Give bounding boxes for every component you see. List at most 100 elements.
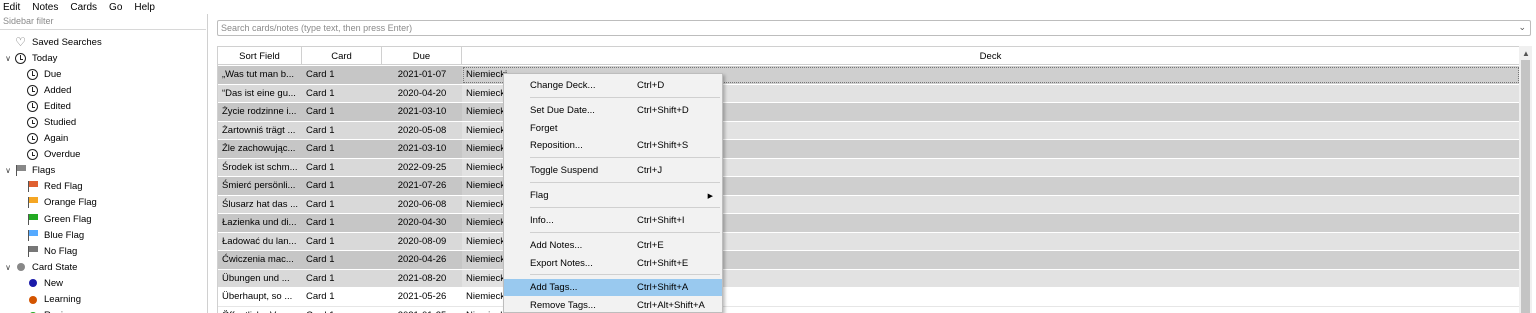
cell-sort-field: Ćwiczenia mac... (218, 251, 302, 269)
menu-item-add-tags[interactable]: Add Tags... Ctrl+Shift+A (504, 279, 722, 296)
menu-item-label: Info... (530, 215, 554, 226)
table-row[interactable]: Ćwiczenia mac... Card 1 2020-04-26 Niemieck… (218, 251, 1520, 270)
cell-due: 2020-06-08 (382, 195, 462, 213)
sidebar-tree: ♡ Saved Searches ∨ Today Due Added Edited Studi… (0, 34, 206, 313)
sidebar-item-studied[interactable]: Studied (0, 114, 206, 130)
vertical-scrollbar[interactable]: ▲ (1519, 46, 1532, 313)
scroll-up-icon[interactable]: ▲ (1522, 49, 1530, 58)
sidebar-filter-input[interactable]: Sidebar filter (0, 15, 206, 30)
column-header-deck[interactable]: Deck (462, 47, 1520, 65)
menu-item-label: Export Notes... (530, 258, 593, 269)
cell-sort-field: “Das ist eine gu... (218, 84, 302, 102)
table-row[interactable]: Ładować du lan... Card 1 2020-08-09 Niemiec… (218, 232, 1520, 251)
menu-help[interactable]: Help (134, 2, 155, 13)
sidebar-item-no-flag[interactable]: No Flag (0, 243, 206, 259)
menu-edit[interactable]: Edit (3, 2, 20, 13)
table-row[interactable]: Śmierć persönli... Card 1 2021-07-26 Niemie… (218, 177, 1520, 196)
sidebar-item-label: Orange Flag (44, 197, 97, 209)
column-header-due[interactable]: Due (382, 47, 462, 65)
sidebar-item-orange-flag[interactable]: Orange Flag (0, 195, 206, 211)
card-table: Sort Field Card Due Deck „Was tut man b.… (217, 46, 1520, 313)
sidebar-item-added[interactable]: Added (0, 82, 206, 98)
chevron-down-icon[interactable]: ⌄ (1518, 22, 1526, 33)
table-row[interactable]: Źle zachowując... Card 1 2021-03-10 Niemiec… (218, 140, 1520, 159)
search-input[interactable]: Search cards/notes (type text, then pres… (217, 20, 1531, 36)
menu-item-forget[interactable]: Forget (504, 120, 722, 137)
context-menu: Change Deck... Ctrl+D Set Due Date... Ctrl+… (503, 73, 723, 313)
table-row[interactable]: Öffentliche Ve...Card 12021-01-25Niemiec… (218, 306, 1520, 313)
table-row[interactable]: “Das ist eine gu... Card 1 2020-04-20 Niemi… (218, 84, 1520, 103)
sidebar-item-new[interactable]: New (0, 275, 206, 291)
scrollbar-thumb[interactable] (1521, 60, 1530, 313)
sidebar-item-today[interactable]: ∨ Today (0, 50, 206, 66)
menu-cards[interactable]: Cards (70, 2, 97, 13)
menu-item-toggle-suspend[interactable]: Toggle Suspend Ctrl+J (504, 162, 722, 179)
menu-item-flag[interactable]: Flag ▶ (504, 187, 722, 204)
cell-sort-field: „Was tut man b... (218, 66, 302, 84)
table-row[interactable]: Żartowniś trägt ... Card 1 2020-05-08 Niemi… (218, 121, 1520, 140)
sidebar-item-saved-searches[interactable]: ♡ Saved Searches (0, 34, 206, 50)
column-header-sort-field[interactable]: Sort Field (218, 47, 302, 65)
table-row[interactable]: Życie rodzinne i... Card 1 2021-03-10 Niemi… (218, 103, 1520, 122)
sidebar-item-edited[interactable]: Edited (0, 98, 206, 114)
cell-due: 2021-01-07 (382, 66, 462, 84)
sidebar-item-card-state[interactable]: ∨ Card State (0, 259, 206, 275)
sidebar-item-learning[interactable]: Learning (0, 292, 206, 308)
table-row[interactable]: „Was tut man b... Card 1 2021-01-07 Niemiec… (218, 66, 1520, 85)
cell-sort-field: Żartowniś trägt ... (218, 121, 302, 139)
menu-item-reposition[interactable]: Reposition... Ctrl+Shift+S (504, 137, 722, 154)
menu-item-shortcut: Ctrl+J (637, 165, 663, 176)
cell-sort-field: Środek ist schm... (218, 158, 302, 176)
menu-item-add-notes[interactable]: Add Notes... Ctrl+E (504, 237, 722, 254)
circle-icon (26, 294, 39, 306)
menu-separator (530, 232, 720, 233)
chevron-down-icon[interactable]: ∨ (2, 54, 14, 63)
sidebar-item-label: Card State (32, 261, 78, 273)
cell-card: Card 1 (306, 291, 335, 303)
menu-item-shortcut: Ctrl+Alt+Shift+A (637, 300, 705, 311)
table-row[interactable]: Überhaupt, so ... Card 1 2021-05-26 Niemiec… (218, 288, 1520, 307)
sidebar-item-label: Green Flag (44, 213, 92, 225)
circle-icon (26, 277, 39, 289)
search-placeholder: Search cards/notes (type text, then pres… (221, 23, 413, 33)
sidebar-item-red-flag[interactable]: Red Flag (0, 179, 206, 195)
table-row[interactable]: Übungen und ... Card 1 2021-08-20 Niemiecki (218, 269, 1520, 288)
menu-item-label: Change Deck... (530, 80, 596, 91)
menu-item-change-deck[interactable]: Change Deck... Ctrl+D (504, 77, 722, 94)
chevron-down-icon[interactable]: ∨ (2, 263, 14, 272)
cell-card: Card 1 (302, 140, 382, 158)
sidebar-item-green-flag[interactable]: Green Flag (0, 211, 206, 227)
sidebar-item-review[interactable]: Review (0, 308, 206, 313)
menu-item-shortcut: Ctrl+Shift+D (637, 105, 689, 116)
submenu-arrow-icon: ▶ (707, 192, 713, 200)
table-row[interactable]: Łazienka und di... Card 1 2020-04-30 Niemie… (218, 214, 1520, 233)
sidebar-item-blue-flag[interactable]: Blue Flag (0, 227, 206, 243)
menu-item-export-notes[interactable]: Export Notes... Ctrl+Shift+E (504, 255, 722, 272)
menu-item-label: Add Notes... (530, 240, 583, 251)
cell-sort-field: Ładować du lan... (218, 232, 302, 250)
heart-icon: ♡ (15, 35, 26, 50)
menu-go[interactable]: Go (109, 2, 122, 13)
sidebar-item-overdue[interactable]: Overdue (0, 147, 206, 163)
menu-notes[interactable]: Notes (32, 2, 58, 13)
menu-item-label: Reposition... (530, 140, 583, 151)
cell-sort-field: Ślusarz hat das ... (218, 195, 302, 213)
cell-due: 2020-08-09 (382, 232, 462, 250)
sidebar-item-label: Due (44, 68, 62, 80)
menu-separator (530, 157, 720, 158)
menu-item-info[interactable]: Info... Ctrl+Shift+I (504, 212, 722, 229)
chevron-down-icon[interactable]: ∨ (2, 166, 14, 175)
table-row[interactable]: Środek ist schm... Card 1 2022-09-25 Niemie… (218, 158, 1520, 177)
sidebar-item-label: Again (44, 133, 69, 145)
sidebar-item-label: Red Flag (44, 181, 83, 193)
sidebar-item-due[interactable]: Due (0, 66, 206, 82)
clock-icon (26, 100, 39, 112)
sidebar-item-label: Flags (32, 165, 56, 177)
sidebar-item-again[interactable]: Again (0, 131, 206, 147)
column-header-card[interactable]: Card (302, 47, 382, 65)
sidebar-item-flags[interactable]: ∨ Flags (0, 163, 206, 179)
menu-item-shortcut: Ctrl+Shift+S (637, 140, 689, 151)
menu-item-remove-tags[interactable]: Remove Tags... Ctrl+Alt+Shift+A (504, 297, 722, 313)
table-row[interactable]: Ślusarz hat das ... Card 1 2020-06-08 Niemi… (218, 195, 1520, 214)
menu-item-set-due-date[interactable]: Set Due Date... Ctrl+Shift+D (504, 102, 722, 119)
